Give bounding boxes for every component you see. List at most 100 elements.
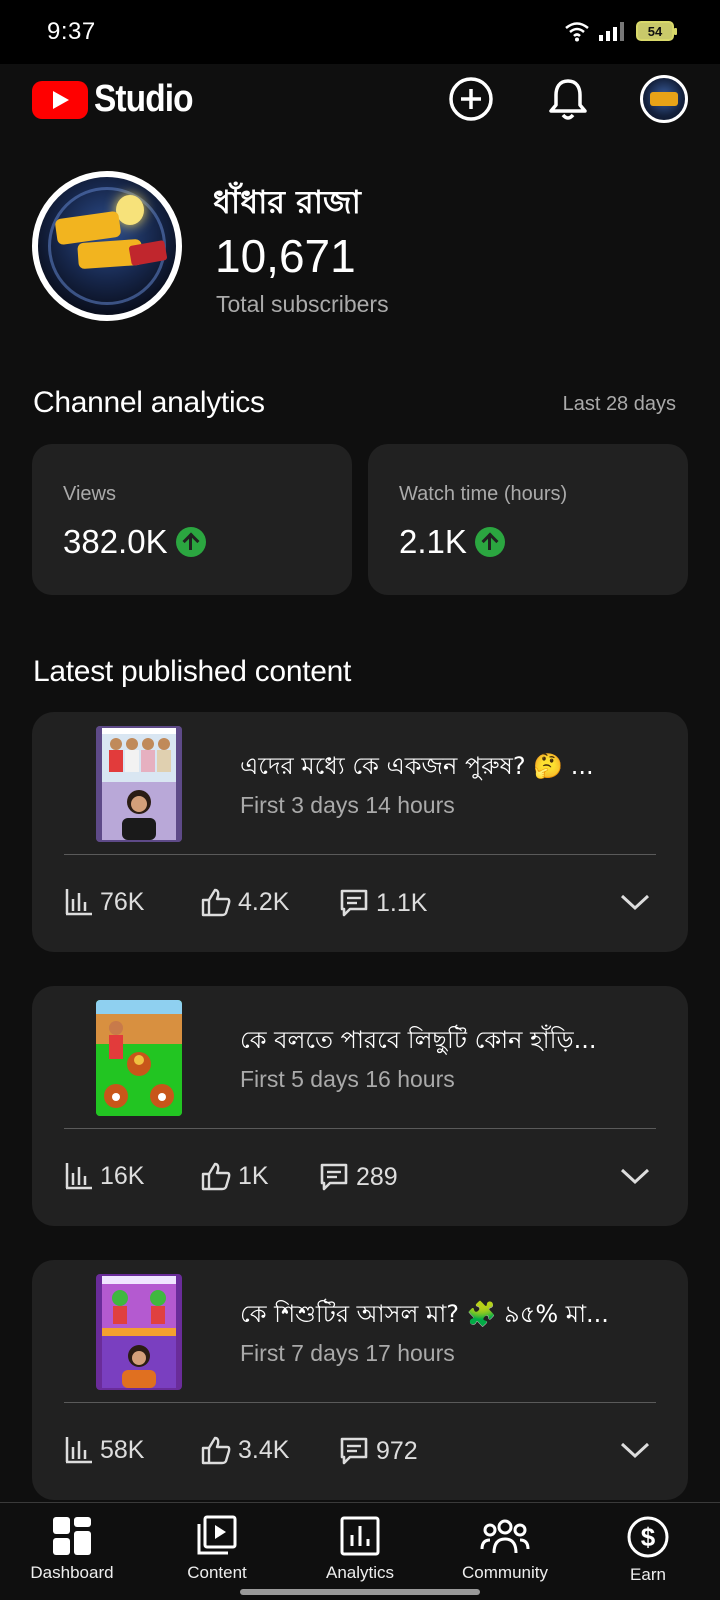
video-title[interactable]: কে বলতে পারবে লিছুটি কোন হাঁড়ি...	[240, 1022, 660, 1062]
chevron-down-icon	[620, 1168, 650, 1185]
comments-stat: 1.1K	[338, 887, 427, 919]
nav-label: Dashboard	[30, 1563, 114, 1582]
thumbs-up-icon	[201, 1436, 231, 1465]
nav-community[interactable]: Community	[445, 1515, 565, 1583]
video-thumbnail[interactable]	[96, 1000, 182, 1116]
bar-chart-icon	[65, 1437, 92, 1464]
subscriber-count: 10,671	[215, 230, 356, 282]
metric-label: Watch time (hours)	[399, 483, 568, 505]
channel-name: ধাঁধার রাজা	[213, 183, 361, 221]
channel-avatar[interactable]	[32, 171, 182, 321]
nav-label: Earn	[630, 1565, 666, 1584]
content-icon	[197, 1515, 237, 1555]
video-age: First 7 days 17 hours	[240, 1340, 455, 1366]
battery-icon: 54	[636, 21, 677, 41]
comment-icon	[340, 889, 368, 917]
expand-button[interactable]	[620, 892, 650, 917]
likes-stat: 3.4K	[200, 1435, 289, 1465]
metric-label: Views	[63, 483, 116, 505]
bottom-navigation: Dashboard Content Analytics Community $ …	[0, 1502, 720, 1600]
status-icons: 54	[564, 20, 677, 42]
comments-stat: 972	[338, 1435, 418, 1467]
likes-stat: 4.2K	[200, 887, 289, 917]
thumbs-up-icon	[201, 888, 231, 917]
metric-value: 2.1K	[399, 523, 505, 561]
nav-label: Content	[187, 1563, 247, 1582]
analytics-period: Last 28 days	[562, 393, 676, 415]
status-time: 9:37	[47, 18, 96, 45]
likes-count: 1K	[238, 1161, 269, 1190]
notifications-button[interactable]	[543, 74, 593, 124]
logo-text: Studio	[94, 78, 194, 120]
plus-circle-icon	[449, 77, 493, 121]
analytics-icon	[340, 1516, 380, 1556]
content-card[interactable]: এদের মধ্যে কে একজন পুরুষ? 🤔 ... First 3 …	[32, 712, 688, 952]
latest-content-section-title: Latest published content	[33, 655, 352, 688]
comment-icon	[340, 1437, 368, 1465]
youtube-studio-logo[interactable]: Studio	[32, 78, 206, 121]
views-stat: 16K	[64, 1161, 144, 1191]
avatar	[640, 75, 688, 123]
video-title[interactable]: কে শিশুটির আসল মা? 🧩 ৯৫% মা...	[240, 1296, 660, 1336]
comment-icon	[320, 1163, 348, 1191]
wifi-icon	[565, 22, 589, 42]
earn-icon: $	[627, 1516, 669, 1558]
app-bar: Studio	[0, 64, 720, 134]
nav-analytics[interactable]: Analytics	[300, 1515, 420, 1583]
bar-chart-icon	[65, 1163, 92, 1190]
comments-count: 289	[356, 1162, 398, 1191]
chevron-down-icon	[620, 1442, 650, 1459]
signal-icon	[599, 22, 624, 41]
views-stat: 76K	[64, 887, 144, 917]
video-age: First 3 days 14 hours	[240, 792, 455, 818]
bell-icon	[549, 79, 587, 120]
views-count: 16K	[100, 1161, 145, 1190]
divider	[64, 1128, 656, 1129]
account-avatar-button[interactable]	[639, 74, 689, 124]
community-icon	[480, 1519, 530, 1554]
nav-earn[interactable]: $ Earn	[588, 1515, 708, 1585]
views-stat: 58K	[64, 1435, 144, 1465]
nav-label: Community	[462, 1563, 548, 1582]
status-bar: 9:37 54	[0, 0, 720, 64]
nav-dashboard[interactable]: Dashboard	[12, 1515, 132, 1583]
views-value: 382.0K	[63, 523, 168, 560]
views-count: 76K	[100, 887, 145, 916]
watch-time-card[interactable]: Watch time (hours) 2.1K	[368, 444, 688, 595]
trend-up-icon	[175, 527, 206, 557]
svg-text:$: $	[641, 1522, 656, 1552]
thumbs-up-icon	[201, 1162, 231, 1191]
content-card[interactable]: কে বলতে পারবে লিছুটি কোন হাঁড়ি... First…	[32, 986, 688, 1226]
views-count: 58K	[100, 1435, 145, 1464]
divider	[64, 1402, 656, 1403]
channel-header: ধাঁধার রাজা 10,671 Total subscribers	[32, 171, 688, 321]
bar-chart-icon	[65, 889, 92, 916]
chevron-down-icon	[620, 894, 650, 911]
nav-label: Analytics	[325, 1563, 395, 1582]
trend-up-icon	[474, 527, 505, 557]
expand-button[interactable]	[620, 1440, 650, 1465]
watch-time-value: 2.1K	[399, 523, 467, 560]
comments-count: 1.1K	[376, 888, 428, 917]
content-card[interactable]: কে শিশুটির আসল মা? 🧩 ৯৫% মা... First 7 d…	[32, 1260, 688, 1500]
comments-count: 972	[376, 1436, 418, 1465]
likes-count: 4.2K	[238, 887, 290, 916]
dashboard-icon	[53, 1517, 91, 1555]
subscriber-label: Total subscribers	[216, 291, 389, 317]
expand-button[interactable]	[620, 1166, 650, 1191]
battery-level: 54	[647, 23, 663, 39]
video-thumbnail[interactable]	[96, 1274, 182, 1390]
comments-stat: 289	[318, 1161, 398, 1193]
gesture-bar	[240, 1589, 480, 1595]
video-title[interactable]: এদের মধ্যে কে একজন পুরুষ? 🤔 ...	[240, 748, 660, 788]
youtube-play-icon	[32, 80, 88, 119]
video-thumbnail[interactable]	[96, 726, 182, 842]
divider	[64, 854, 656, 855]
likes-stat: 1K	[200, 1161, 269, 1191]
views-card[interactable]: Views 382.0K	[32, 444, 352, 595]
analytics-section-title: Channel analytics	[33, 386, 265, 419]
create-button[interactable]	[446, 74, 496, 124]
nav-content[interactable]: Content	[157, 1515, 277, 1583]
video-age: First 5 days 16 hours	[240, 1066, 455, 1092]
metric-value: 382.0K	[63, 523, 206, 561]
